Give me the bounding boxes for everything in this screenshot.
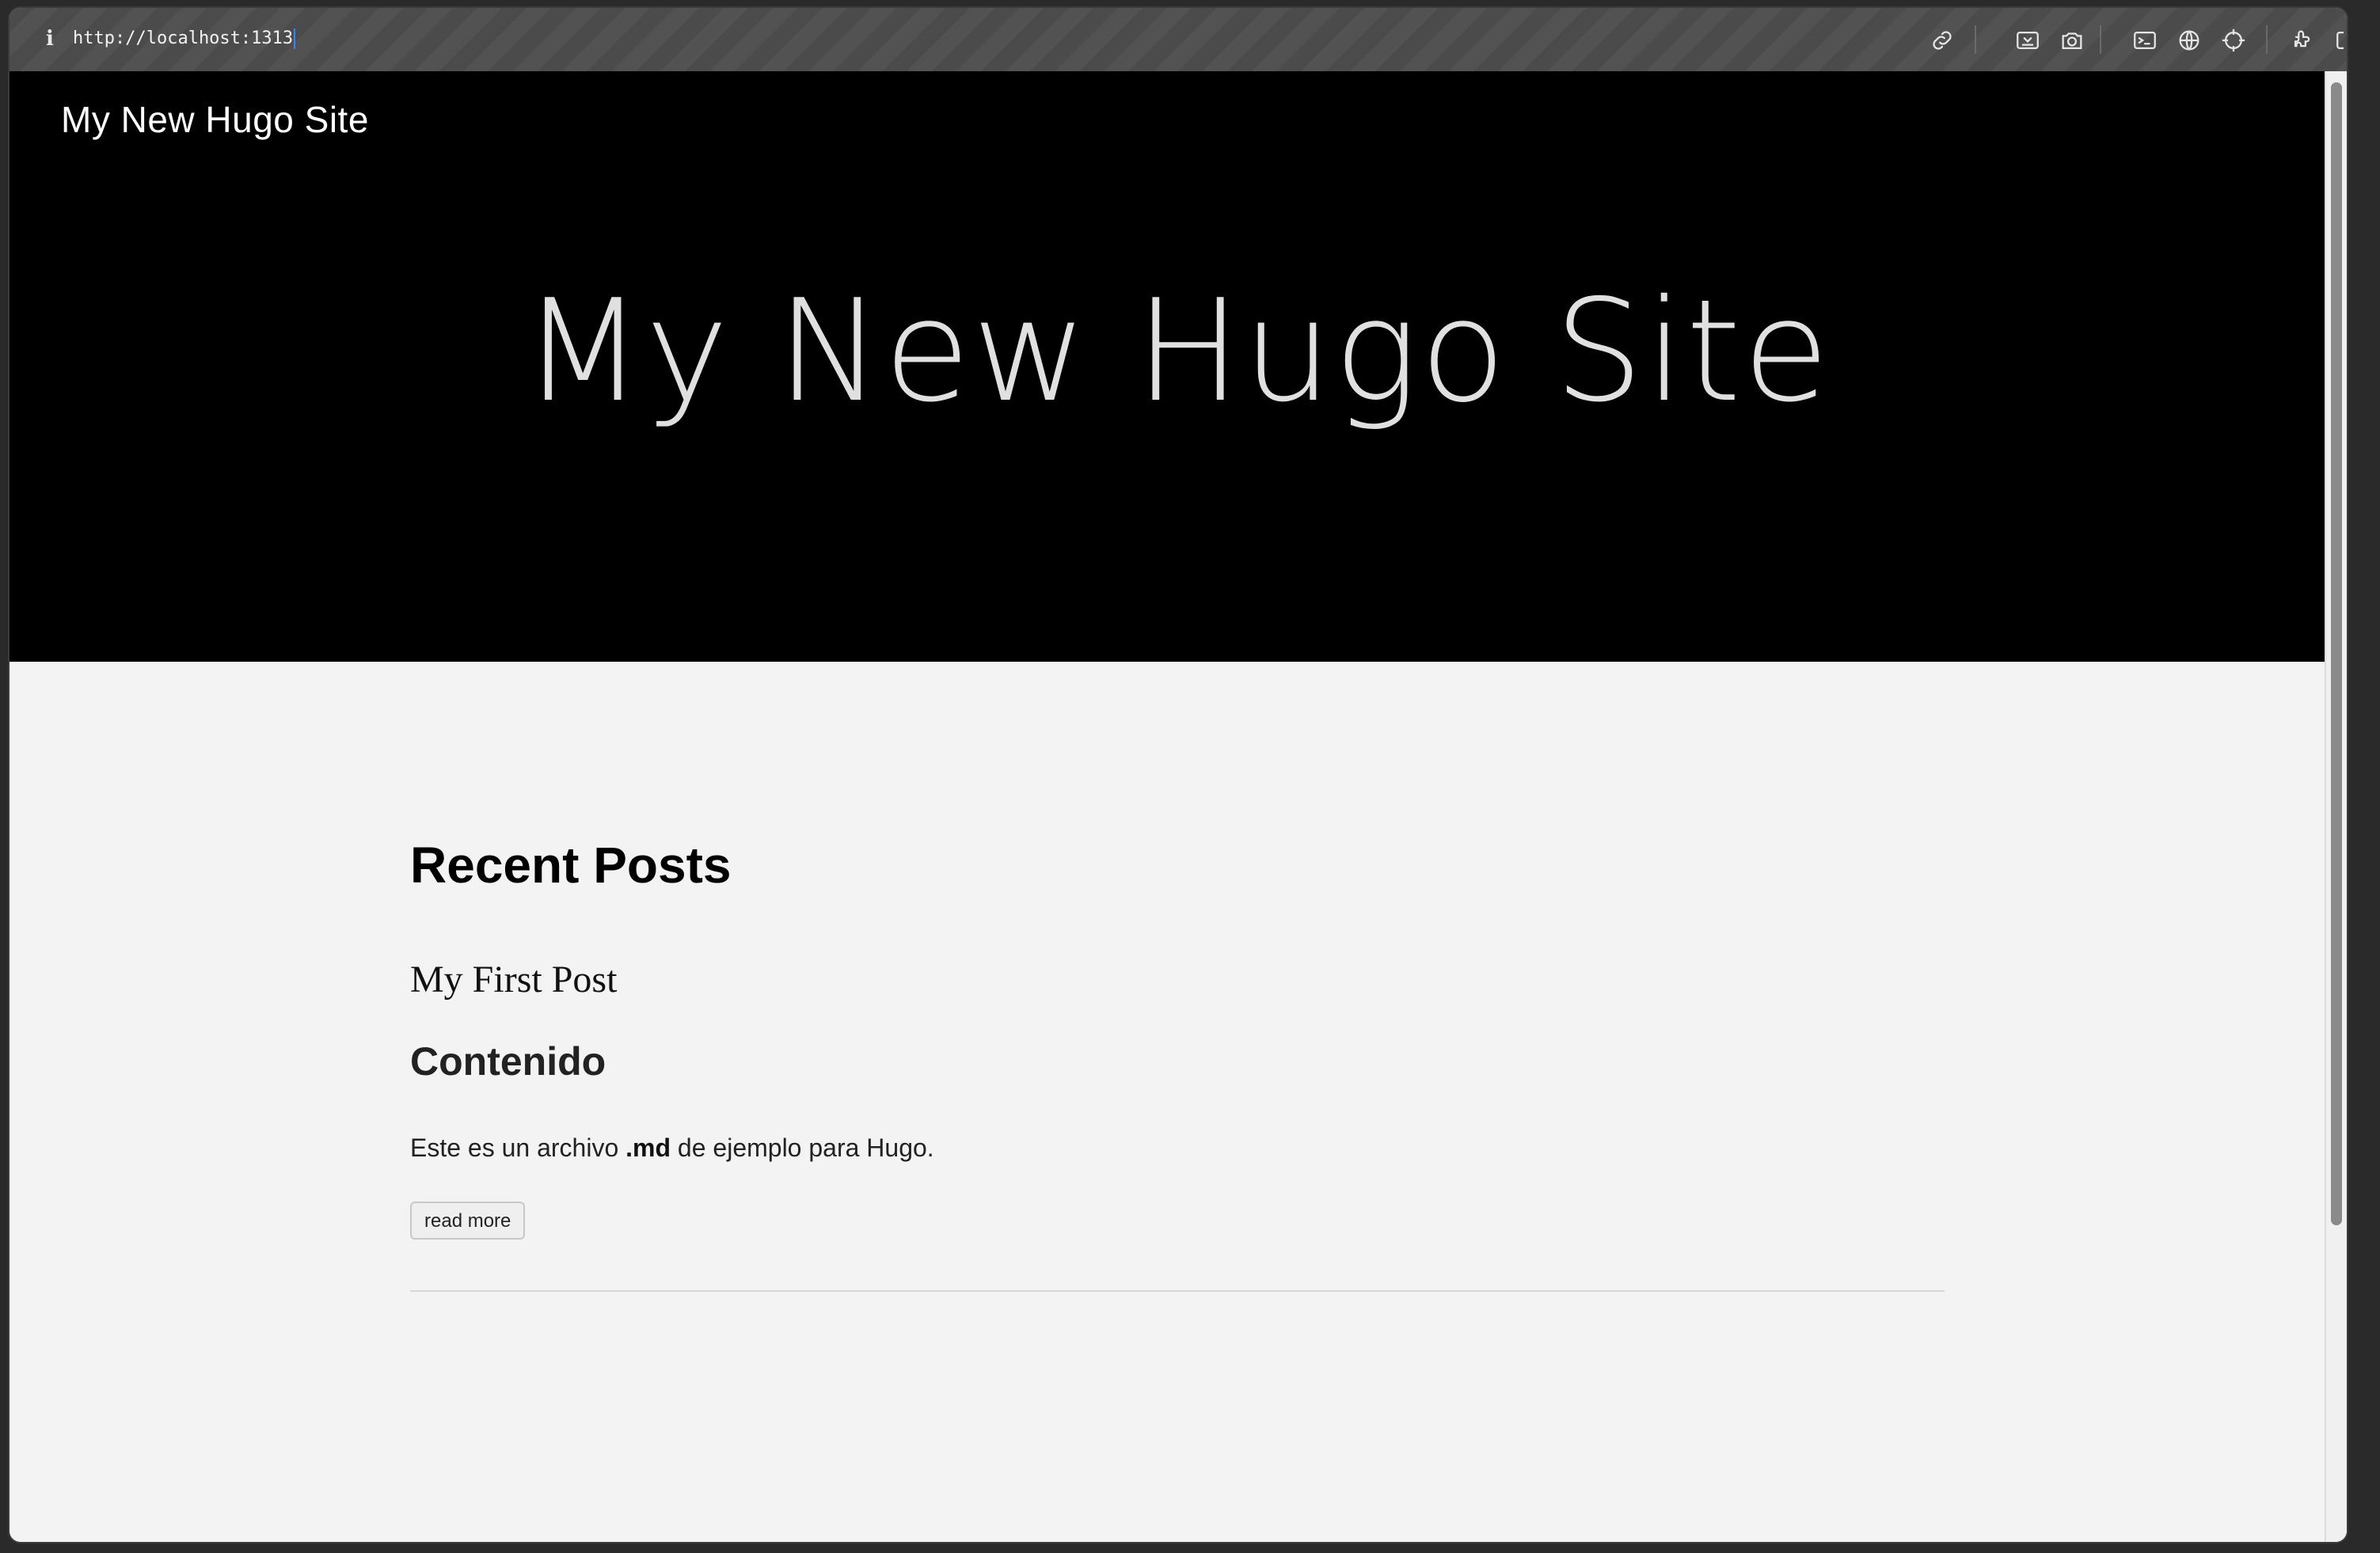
post-heading: Contenido	[410, 1039, 606, 1084]
crosshair-icon[interactable]	[2220, 27, 2247, 54]
link-icon[interactable]	[1929, 27, 1956, 54]
address-bar[interactable]: http://localhost:1313	[73, 25, 296, 52]
browser-window: i http://localhost:1313 My New Hugo Site…	[10, 8, 2347, 1542]
url-text: http://localhost:1313	[73, 28, 294, 48]
hero-title: My New Hugo Site	[522, 269, 1831, 433]
section-title: Recent Posts	[410, 837, 732, 894]
scrollbar-thumb[interactable]	[2331, 82, 2342, 1225]
screenshot-region-icon[interactable]	[2014, 27, 2041, 54]
sidebar-icon[interactable]	[2334, 27, 2344, 54]
toolbar-separator	[2100, 25, 2101, 54]
terminal-icon[interactable]	[2131, 27, 2158, 54]
hero-banner: My New Hugo Site My New Hugo Site	[10, 71, 2344, 662]
browser-toolbar: i http://localhost:1313	[10, 8, 2347, 73]
summary-text: de ejemplo para Hugo.	[671, 1133, 934, 1162]
web-page: My New Hugo Site My New Hugo Site Recent…	[10, 71, 2344, 1542]
summary-bold-text: .md	[625, 1133, 671, 1162]
site-brand-link[interactable]: My New Hugo Site	[61, 98, 369, 141]
toolbar-separator	[2266, 25, 2268, 54]
camera-icon[interactable]	[2059, 27, 2085, 54]
toolbar-separator	[1975, 25, 1976, 54]
post-title-link[interactable]: My First Post	[410, 958, 617, 1001]
read-more-button[interactable]: read more	[410, 1202, 526, 1240]
info-icon[interactable]: i	[36, 25, 63, 52]
text-caret	[294, 28, 296, 49]
page-scrollbar[interactable]	[2325, 71, 2347, 1542]
summary-text: Este es un archivo	[410, 1133, 626, 1162]
post-divider	[410, 1290, 1945, 1292]
main-content: Recent Posts My First Post Contenido Est…	[410, 831, 1945, 1292]
extensions-icon[interactable]	[2290, 27, 2317, 54]
post-summary: Este es un archivo .md de ejemplo para H…	[410, 1133, 934, 1163]
globe-icon[interactable]	[2176, 27, 2203, 54]
